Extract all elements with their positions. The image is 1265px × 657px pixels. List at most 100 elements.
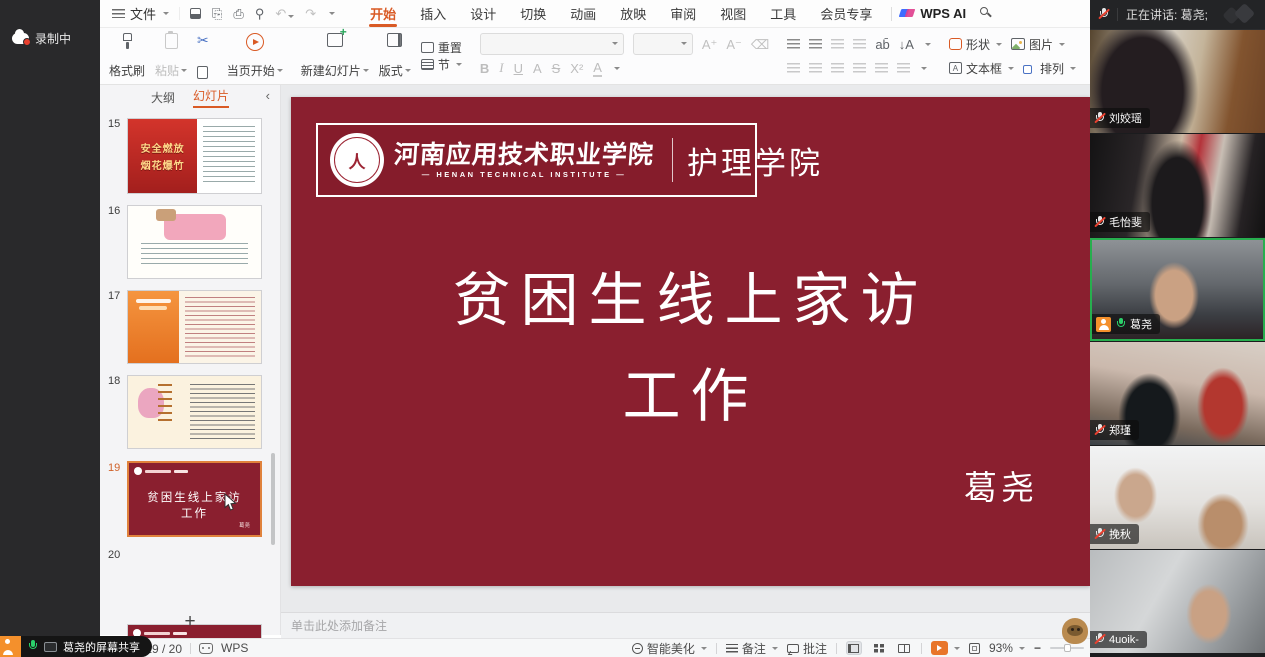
panel-collapse-icon[interactable]: ‹: [266, 88, 270, 103]
align-center-icon[interactable]: [809, 63, 822, 73]
slide-title-line1[interactable]: 贫困生线上家访: [291, 253, 1090, 337]
chevron-down-icon: [701, 647, 707, 650]
save-icon[interactable]: [190, 8, 201, 19]
recording-cloud-icon: [12, 33, 29, 44]
reading-view-button[interactable]: [896, 641, 912, 655]
slide-title-line2[interactable]: 工作: [291, 349, 1090, 433]
layout-button[interactable]: 版式: [379, 33, 411, 79]
cut-icon[interactable]: ✂: [197, 33, 209, 47]
participant-video-tile[interactable]: 4uoik-: [1090, 550, 1265, 653]
tab-transition[interactable]: 切换: [509, 0, 557, 27]
line-spacing-icon[interactable]: [897, 63, 910, 73]
fit-window-icon[interactable]: [969, 643, 980, 654]
tab-review[interactable]: 审阅: [659, 0, 707, 27]
normal-view-button[interactable]: [846, 641, 862, 655]
decrease-indent-icon[interactable]: [831, 39, 844, 49]
clear-format-icon[interactable]: ⌫: [751, 38, 769, 51]
slide-thumbnail-15[interactable]: 安全燃放 烟花爆竹: [127, 118, 262, 194]
increase-indent-icon[interactable]: [853, 39, 866, 49]
beautify-icon: [632, 643, 643, 654]
arrange-button[interactable]: 排列: [1023, 60, 1076, 77]
picture-button[interactable]: 图片: [1011, 36, 1065, 53]
slide-thumbnail-19-selected[interactable]: 贫困生线上家访 工作 葛尧: [127, 461, 262, 537]
ribbon-collapse-icon[interactable]: [329, 12, 335, 15]
align-left-icon[interactable]: [787, 63, 800, 73]
slide-thumbnail-18[interactable]: [127, 375, 262, 449]
tab-insert[interactable]: 插入: [409, 0, 457, 27]
tab-tools[interactable]: 工具: [759, 0, 807, 27]
tab-animation[interactable]: 动画: [559, 0, 607, 27]
format-painter-button[interactable]: 格式刷: [109, 33, 145, 79]
slide-sorter-view-button[interactable]: [871, 641, 887, 655]
arrange-label: 排列: [1040, 60, 1064, 77]
textbox-button[interactable]: A 文本框: [949, 60, 1014, 77]
tab-slides[interactable]: 幻灯片: [193, 87, 229, 108]
copy-icon[interactable]: [197, 66, 208, 79]
text-direction-icon[interactable]: ab̄: [875, 38, 889, 51]
slide-thumbnail-16[interactable]: [127, 205, 262, 279]
play-from-current-button[interactable]: 当页开始: [227, 33, 283, 79]
slide-19-canvas[interactable]: 人 河南应用技术职业学院 — HENAN TECHNICAL INSTITUTE…: [291, 97, 1090, 586]
participant-video-tile-speaking[interactable]: 葛尧: [1090, 238, 1265, 341]
bold-button[interactable]: B: [480, 61, 489, 76]
participant-video-tile[interactable]: 挽秋: [1090, 446, 1265, 549]
zoom-control[interactable]: 93%: [989, 641, 1025, 655]
superscript-button[interactable]: X²: [570, 61, 583, 76]
strikethrough-button[interactable]: S: [552, 61, 561, 76]
tab-home[interactable]: 开始: [359, 0, 407, 27]
shapes-button[interactable]: 形状: [949, 36, 1002, 53]
panel-tabs: 大纲 幻灯片: [100, 85, 280, 109]
redo-icon[interactable]: ↷: [305, 7, 316, 20]
smart-beautify-button[interactable]: 智能美化: [632, 640, 707, 657]
wps-ai-button[interactable]: WPS AI: [900, 6, 966, 21]
text-effect-button[interactable]: A: [533, 61, 542, 76]
paste-button[interactable]: 粘贴: [155, 33, 187, 79]
print-preview-icon[interactable]: ⚲: [255, 7, 265, 20]
slide-signature[interactable]: 葛尧: [931, 461, 1071, 509]
zoom-slider[interactable]: [1050, 647, 1084, 649]
font-color-button[interactable]: A: [593, 60, 602, 77]
zoom-level[interactable]: 93%: [989, 641, 1013, 655]
text-sort-icon[interactable]: ↓A: [899, 38, 914, 51]
search-icon[interactable]: [980, 7, 993, 20]
zoom-out-button[interactable]: −: [1034, 641, 1041, 655]
section-button[interactable]: 节: [421, 56, 462, 73]
panel-scrollbar[interactable]: [271, 453, 275, 545]
menu-tabs: 开始 插入 设计 切换 动画 放映 审阅 视图 工具 会员专享: [359, 0, 883, 27]
font-size-select[interactable]: [633, 33, 693, 55]
distribute-icon[interactable]: [875, 63, 888, 73]
file-menu-button[interactable]: 文件: [100, 4, 179, 23]
align-right-icon[interactable]: [831, 63, 844, 73]
numbered-list-icon[interactable]: [809, 39, 822, 49]
decrease-font-icon[interactable]: A⁻: [726, 38, 742, 51]
participant-video-tile[interactable]: 毛怡斐: [1090, 134, 1265, 237]
increase-font-icon[interactable]: A⁺: [702, 38, 718, 51]
font-family-select[interactable]: [480, 33, 624, 55]
italic-button[interactable]: I: [499, 60, 503, 76]
slide-thumbnail-17[interactable]: [127, 290, 262, 364]
screen-share-pill[interactable]: 葛尧的屏幕共享: [0, 636, 152, 657]
notes-button[interactable]: 备注: [726, 640, 778, 657]
undo-icon[interactable]: ↶: [275, 7, 294, 20]
output-icon[interactable]: ⎘: [212, 7, 222, 20]
sleep-illustration: [164, 214, 226, 240]
participant-video-tile[interactable]: 刘姣瑶: [1090, 30, 1265, 133]
school-banner[interactable]: 人 河南应用技术职业学院 — HENAN TECHNICAL INSTITUTE…: [316, 123, 757, 197]
add-slide-button[interactable]: +: [100, 611, 280, 633]
tab-design[interactable]: 设计: [459, 0, 507, 27]
reset-button[interactable]: 重置: [421, 39, 462, 56]
chevron-down-icon: [181, 69, 187, 72]
new-slide-button[interactable]: 新建幻灯片: [301, 33, 369, 79]
justify-icon[interactable]: [853, 63, 866, 73]
tab-slideshow[interactable]: 放映: [609, 0, 657, 27]
print-icon[interactable]: ⎙: [233, 7, 243, 20]
slideshow-button[interactable]: [931, 641, 960, 655]
tab-outline[interactable]: 大纲: [151, 89, 175, 106]
bullet-list-icon[interactable]: [787, 39, 800, 49]
comments-button[interactable]: 批注: [787, 640, 827, 657]
tab-membership[interactable]: 会员专享: [809, 0, 883, 27]
participant-video-tile[interactable]: 郑瑾: [1090, 342, 1265, 445]
underline-button[interactable]: U: [514, 61, 523, 76]
notes-area[interactable]: 单击此处添加备注: [281, 612, 1090, 638]
tab-view[interactable]: 视图: [709, 0, 757, 27]
